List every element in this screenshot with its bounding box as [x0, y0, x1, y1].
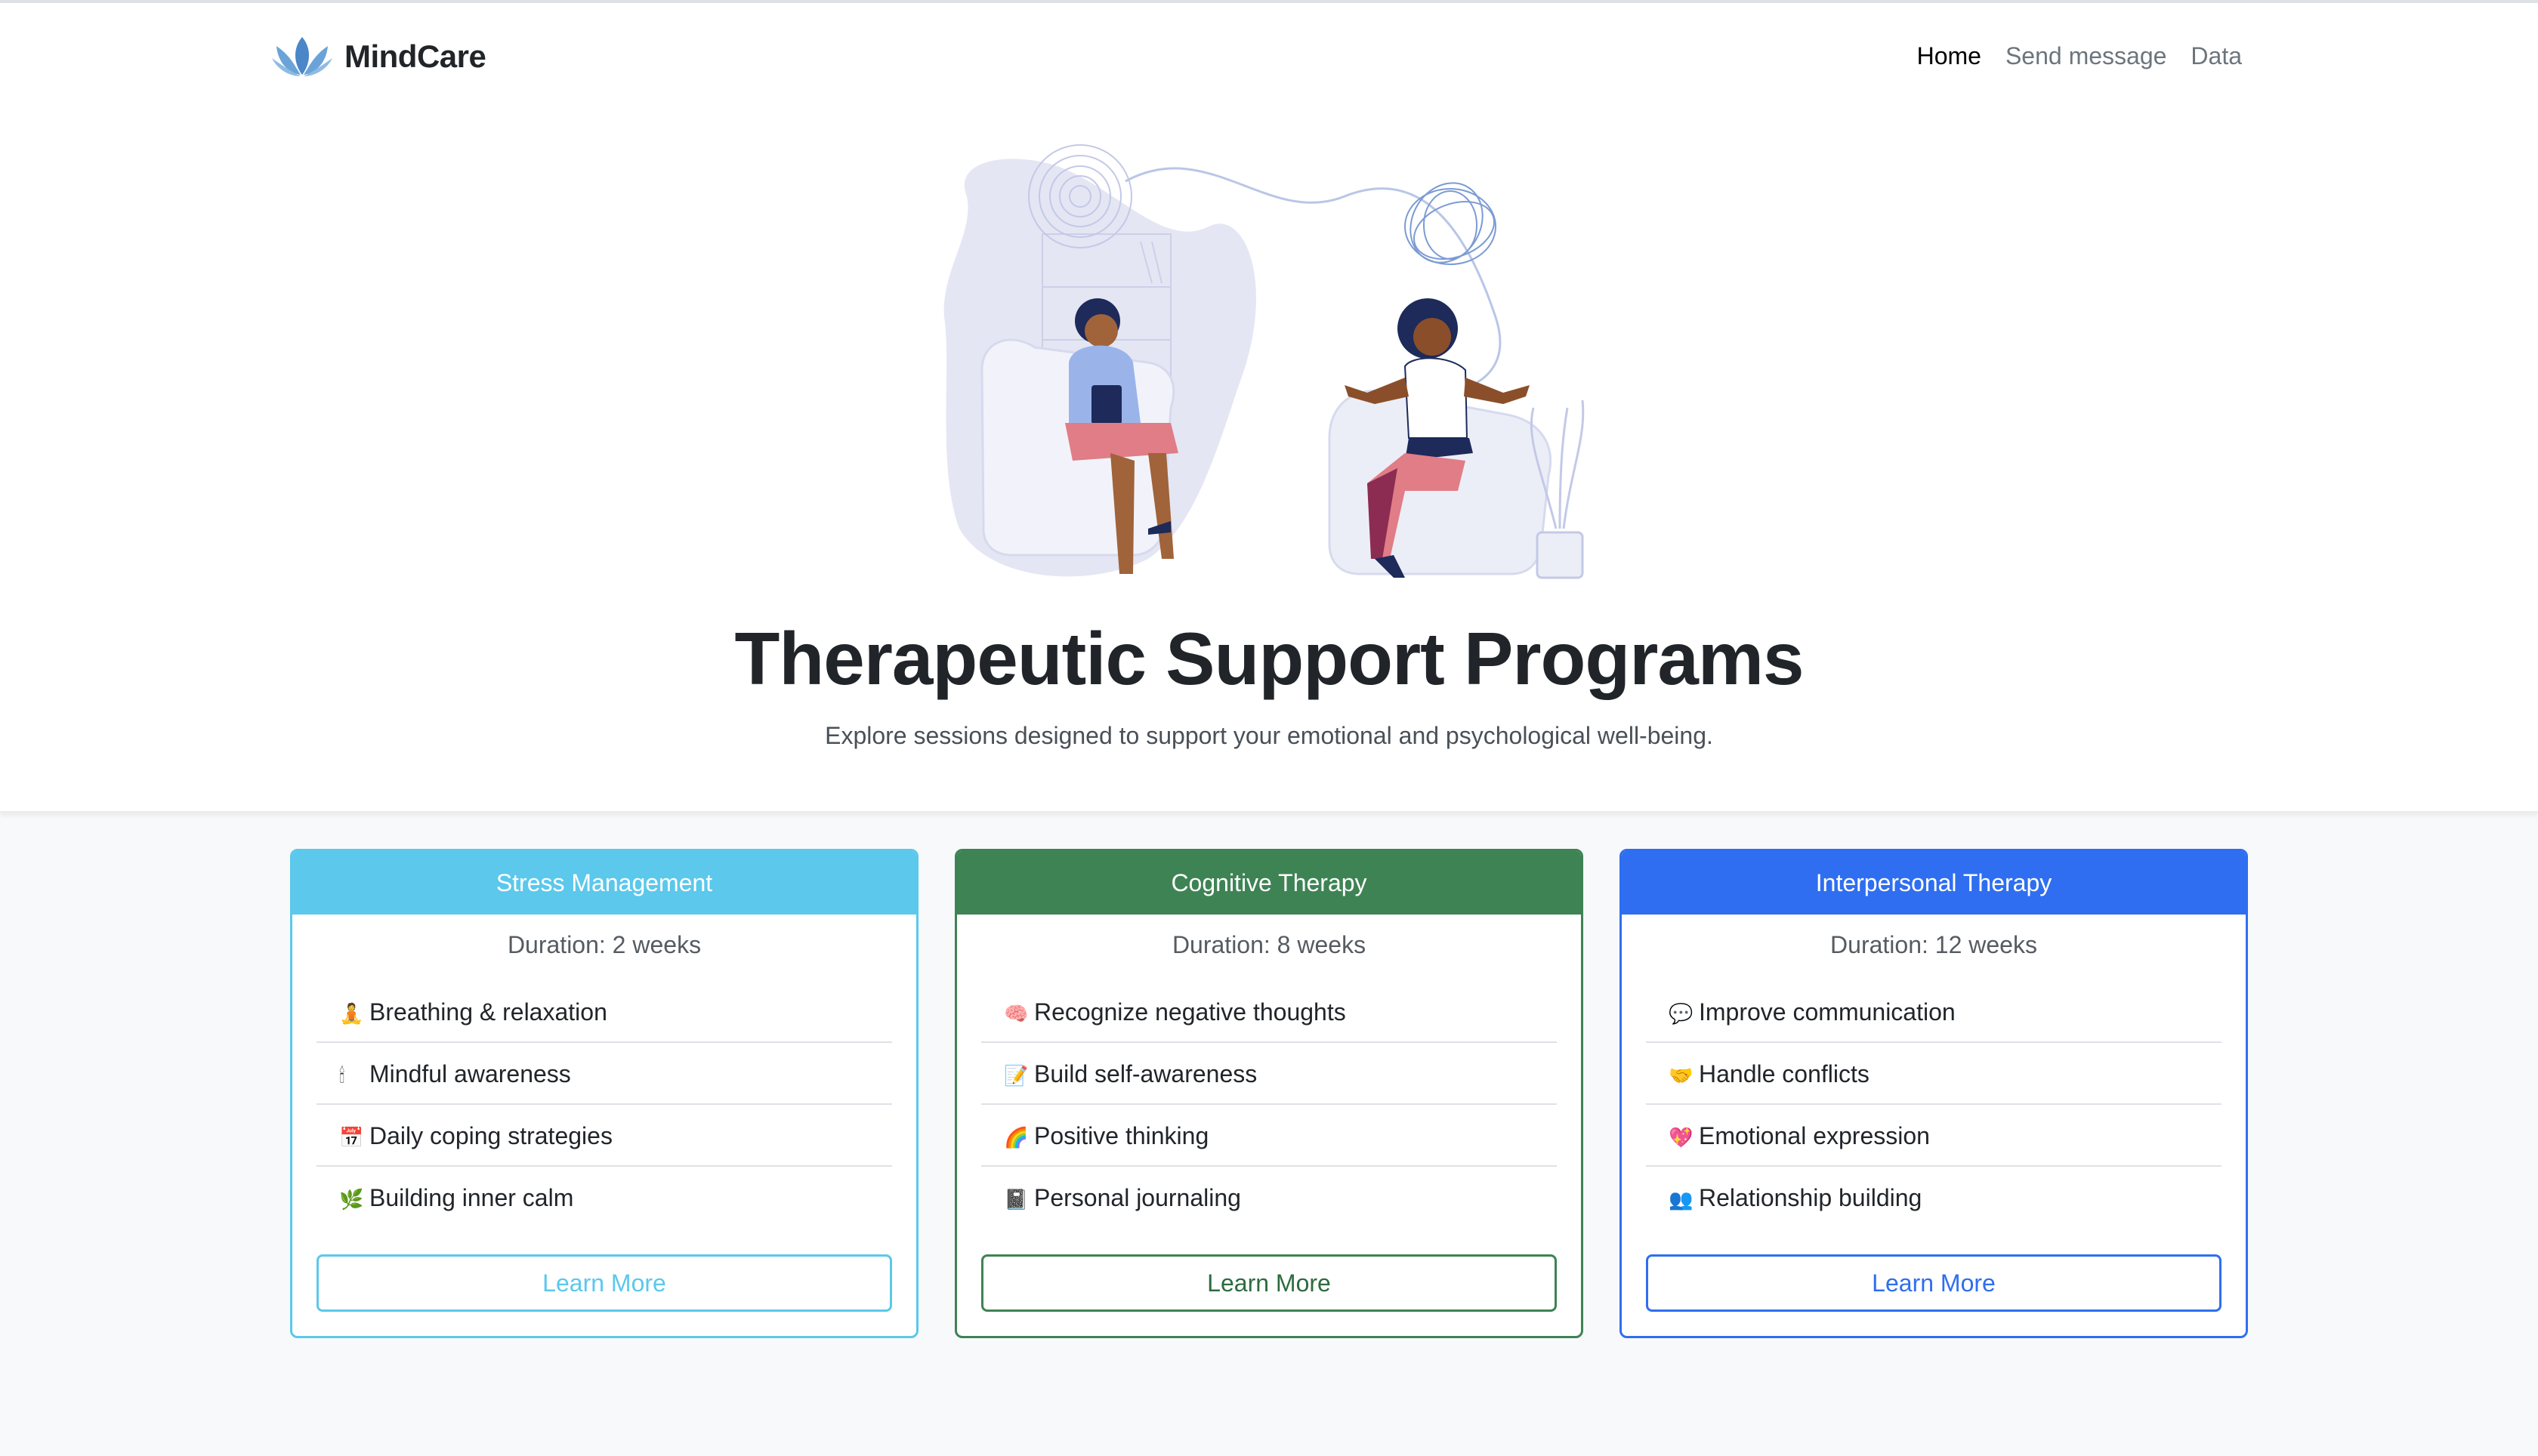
- notebook-icon: 📓: [1004, 1189, 1029, 1211]
- program-card-stress-management: Stress Management Duration: 2 weeks 🧘 Bre…: [290, 849, 919, 1338]
- feature-label: Building inner calm: [369, 1184, 574, 1211]
- feature-label: Mindful awareness: [369, 1060, 571, 1087]
- card-duration: Duration: 8 weeks: [1172, 931, 1366, 958]
- learn-more-button[interactable]: Learn More: [1646, 1254, 2222, 1312]
- nav-home-link[interactable]: Home: [1905, 36, 1993, 76]
- learn-more-button[interactable]: Learn More: [981, 1254, 1557, 1312]
- program-cards: Stress Management Duration: 2 weeks 🧘 Bre…: [290, 849, 2248, 1341]
- card-duration: Duration: 12 weeks: [1830, 931, 2037, 958]
- card-header: Stress Management: [292, 851, 916, 915]
- card-header: Interpersonal Therapy: [1622, 851, 2246, 915]
- feature-label: Build self-awareness: [1034, 1060, 1258, 1087]
- heart-icon: 💖: [1669, 1127, 1694, 1149]
- speech-bubble-icon: 💬: [1669, 1003, 1694, 1026]
- brand[interactable]: MindCare: [270, 30, 486, 83]
- meditation-icon: 🧘: [339, 1003, 364, 1026]
- feature-list: 🧠 Recognize negative thoughts 📝 Build self…: [981, 981, 1557, 1229]
- list-item: 📓 Personal journaling: [981, 1167, 1557, 1229]
- rainbow-icon: 🌈: [1004, 1127, 1029, 1149]
- list-item: 🤝 Handle conflicts: [1646, 1043, 2222, 1105]
- page-subtitle: Explore sessions designed to support you…: [825, 722, 1713, 749]
- card-duration: Duration: 2 weeks: [507, 931, 702, 958]
- nav-data-link[interactable]: Data: [2178, 36, 2254, 76]
- candle-icon: 🕯: [339, 1065, 345, 1087]
- page-title: Therapeutic Support Programs: [734, 617, 1804, 700]
- memo-icon: 📝: [1004, 1065, 1029, 1087]
- list-item: 🌈 Positive thinking: [981, 1105, 1557, 1167]
- nav-send-message-link[interactable]: Send message: [1993, 36, 2178, 76]
- list-item: 📅 Daily coping strategies: [316, 1105, 892, 1167]
- hero-section: MindCare Home Send message Data Therapeu…: [0, 3, 2538, 813]
- main-nav: Home Send message Data: [1905, 36, 2254, 76]
- therapy-session-illustration: [943, 144, 1585, 579]
- handshake-icon: 🤝: [1669, 1065, 1694, 1087]
- list-item: 🌿 Building inner calm: [316, 1167, 892, 1229]
- brain-icon: 🧠: [1004, 1003, 1029, 1026]
- learn-more-button[interactable]: Learn More: [316, 1254, 892, 1312]
- feature-label: Recognize negative thoughts: [1034, 998, 1346, 1026]
- lotus-icon: [272, 37, 332, 76]
- list-item: 👥 Relationship building: [1646, 1167, 2222, 1229]
- list-item: 🧘 Breathing & relaxation: [316, 981, 892, 1043]
- program-card-cognitive-therapy: Cognitive Therapy Duration: 8 weeks 🧠 Rec…: [955, 849, 1583, 1338]
- list-item: 🕯 Mindful awareness: [316, 1043, 892, 1105]
- feature-label: Personal journaling: [1034, 1184, 1241, 1211]
- feature-label: Positive thinking: [1034, 1122, 1209, 1149]
- feature-label: Improve communication: [1699, 998, 1956, 1026]
- feature-label: Daily coping strategies: [369, 1122, 613, 1149]
- list-item: 📝 Build self-awareness: [981, 1043, 1557, 1105]
- brand-name: MindCare: [344, 39, 486, 74]
- feature-label: Emotional expression: [1699, 1122, 1930, 1149]
- list-item: 💬 Improve communication: [1646, 981, 2222, 1043]
- card-header: Cognitive Therapy: [957, 851, 1581, 915]
- feature-label: Handle conflicts: [1699, 1060, 1870, 1087]
- calendar-icon: 📅: [339, 1127, 364, 1149]
- feature-list: 🧘 Breathing & relaxation 🕯 Mindful awarene…: [316, 981, 892, 1229]
- feature-list: 💬 Improve communication 🤝 Handle conflicts…: [1646, 981, 2222, 1229]
- list-item: 🧠 Recognize negative thoughts: [981, 981, 1557, 1043]
- herb-icon: 🌿: [339, 1189, 364, 1211]
- people-icon: 👥: [1669, 1189, 1694, 1211]
- feature-label: Relationship building: [1699, 1184, 1922, 1211]
- program-card-interpersonal-therapy: Interpersonal Therapy Duration: 12 weeks…: [1619, 849, 2248, 1338]
- feature-label: Breathing & relaxation: [369, 998, 607, 1026]
- list-item: 💖 Emotional expression: [1646, 1105, 2222, 1167]
